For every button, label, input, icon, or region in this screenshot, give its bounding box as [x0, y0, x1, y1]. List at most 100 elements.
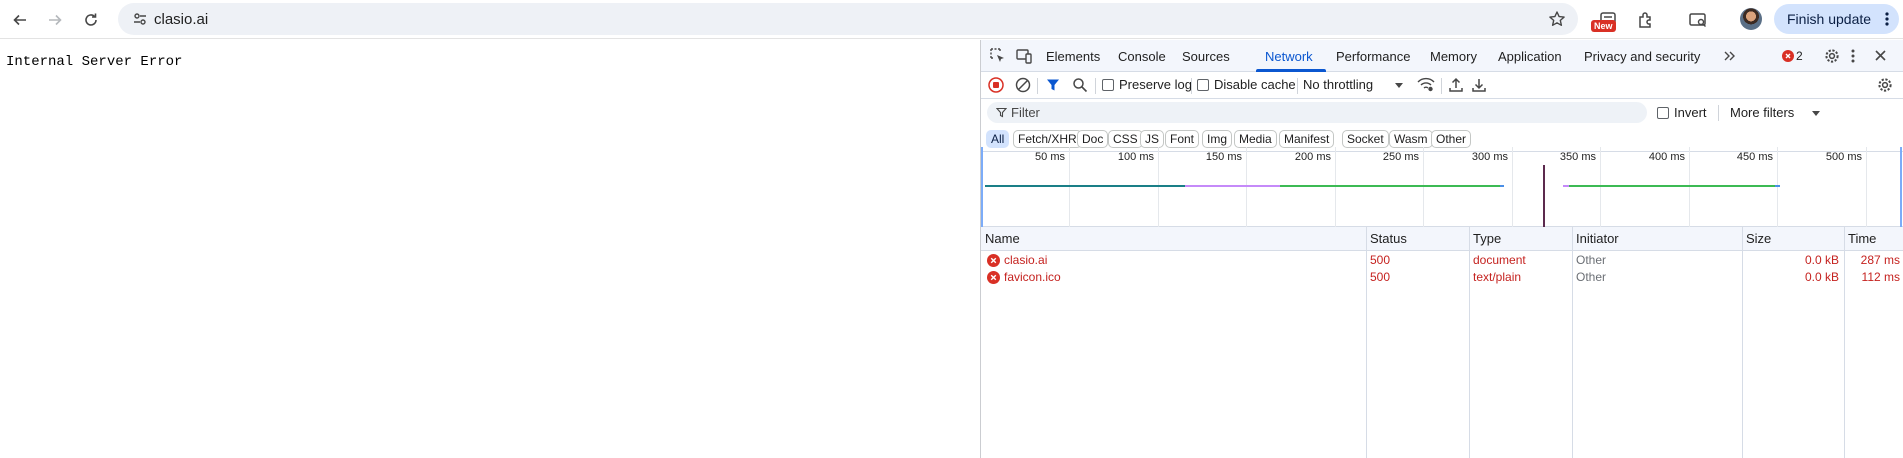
tab-application[interactable]: Application — [1498, 49, 1562, 64]
type-filter-manifest[interactable]: Manifest — [1279, 130, 1335, 148]
timeline-bar-waiting — [985, 185, 1185, 187]
close-devtools-icon[interactable] — [1874, 49, 1887, 62]
timeline-tick: 450 ms — [1736, 151, 1773, 163]
timeline-bar-download — [1280, 185, 1500, 187]
tab-privacy-security[interactable]: Privacy and security — [1584, 49, 1700, 64]
timeline-gridline — [1423, 147, 1424, 227]
toolbar-separator — [1037, 78, 1038, 94]
column-header-name[interactable]: Name — [981, 227, 1366, 251]
tab-memory[interactable]: Memory — [1430, 49, 1477, 64]
filter-funnel-icon[interactable] — [1045, 77, 1061, 93]
network-toolbar: Preserve log Disable cache No throttling — [981, 72, 1903, 99]
timeline-gridline — [1335, 147, 1336, 227]
column-header-size[interactable]: Size — [1742, 227, 1844, 251]
filter-placeholder: Filter — [1011, 105, 1040, 120]
table-row[interactable]: clasio.ai 500 document Other 0.0 kB 287 … — [981, 252, 1903, 269]
tab-elements[interactable]: Elements — [1046, 49, 1100, 64]
tab-sources[interactable]: Sources — [1182, 49, 1230, 64]
tab-network[interactable]: Network — [1265, 49, 1313, 64]
request-name: clasio.ai — [1004, 253, 1048, 267]
reload-button[interactable] — [77, 6, 105, 34]
error-message: Internal Server Error — [6, 54, 183, 70]
timeline-gridline — [1069, 147, 1070, 227]
dropdown-caret-icon — [1812, 111, 1820, 116]
error-counter[interactable]: 2 — [1782, 49, 1803, 63]
finish-update-button[interactable]: Finish update — [1774, 4, 1899, 34]
type-filter-socket[interactable]: Socket — [1342, 130, 1389, 148]
type-filter-wasm[interactable]: Wasm — [1389, 130, 1433, 148]
timeline-tick: 250 ms — [1382, 151, 1419, 163]
timeline-gridline — [1512, 147, 1513, 227]
type-filter-doc[interactable]: Doc — [1077, 130, 1109, 148]
toolbar-separator — [1441, 78, 1442, 94]
clear-log-icon[interactable] — [1015, 77, 1031, 93]
type-filter-all[interactable]: All — [986, 130, 1010, 148]
timeline-overview[interactable]: 50 ms 100 ms 150 ms 200 ms 250 ms 300 ms… — [981, 147, 1903, 227]
timeline-tick: 400 ms — [1648, 151, 1685, 163]
overview-left-handle[interactable] — [981, 147, 984, 227]
throttling-value: No throttling — [1303, 77, 1374, 92]
error-count-label: 2 — [1796, 49, 1803, 63]
search-icon[interactable] — [1072, 77, 1088, 93]
inspect-element-icon[interactable] — [989, 47, 1007, 65]
tab-search-icon[interactable] — [1686, 8, 1710, 32]
type-filter-img[interactable]: Img — [1202, 130, 1233, 148]
toolbar-separator — [1095, 78, 1096, 94]
type-filter-other[interactable]: Other — [1431, 130, 1472, 148]
site-settings-icon[interactable] — [132, 11, 148, 27]
network-settings-gear-icon[interactable] — [1877, 77, 1893, 93]
type-filter-fetch-xhr[interactable]: Fetch/XHR — [1013, 130, 1082, 148]
page-viewport: Internal Server Error — [0, 40, 980, 458]
request-type: text/plain — [1473, 270, 1522, 284]
customize-menu-dots-icon[interactable] — [1851, 48, 1855, 64]
type-filter-css[interactable]: CSS — [1108, 130, 1143, 148]
network-conditions-wifi-icon[interactable] — [1417, 77, 1435, 93]
arrow-right-icon — [49, 14, 62, 26]
profile-avatar[interactable] — [1740, 8, 1762, 30]
request-type: document — [1473, 253, 1526, 267]
timeline-load-marker — [1543, 165, 1545, 227]
column-header-status[interactable]: Status — [1366, 227, 1469, 251]
more-filters-label: More filters — [1730, 105, 1795, 120]
filter-funnel-small-icon — [996, 107, 1007, 118]
disable-cache-checkbox[interactable] — [1197, 79, 1209, 91]
export-har-download-icon[interactable] — [1471, 77, 1487, 93]
back-button[interactable] — [6, 6, 34, 34]
timeline-gridline — [1689, 147, 1690, 227]
timeline-tick: 150 ms — [1205, 151, 1242, 163]
forward-button[interactable] — [41, 6, 69, 34]
type-filter-font[interactable]: Font — [1165, 130, 1200, 148]
extensions-puzzle-icon[interactable] — [1634, 8, 1658, 32]
request-initiator: Other — [1576, 253, 1607, 267]
preserve-log-label: Preserve log — [1119, 77, 1192, 92]
request-size: 0.0 kB — [1804, 270, 1839, 284]
tab-performance[interactable]: Performance — [1336, 49, 1410, 64]
device-toolbar-icon[interactable] — [1015, 47, 1033, 65]
timeline-gridline — [1158, 147, 1159, 227]
browser-toolbar: clasio.ai New Finish update — [0, 0, 1903, 39]
column-header-time[interactable]: Time — [1844, 227, 1903, 251]
throttling-select[interactable]: No throttling — [1303, 72, 1403, 99]
table-row[interactable]: favicon.ico 500 text/plain Other 0.0 kB … — [981, 269, 1903, 286]
preserve-log-checkbox[interactable] — [1102, 79, 1114, 91]
invert-checkbox[interactable] — [1657, 107, 1669, 119]
settings-gear-icon[interactable] — [1824, 48, 1840, 64]
import-har-upload-icon[interactable] — [1448, 77, 1464, 93]
more-tabs-chevron-icon[interactable] — [1722, 49, 1736, 63]
devtools-tab-bar: Elements Console Sources Network Perform… — [981, 40, 1903, 72]
timeline-gridline — [1866, 147, 1867, 227]
more-filters-dropdown[interactable]: More filters — [1730, 99, 1820, 126]
column-header-type[interactable]: Type — [1469, 227, 1572, 251]
network-request-table: Name Status Type Initiator Size Time cla… — [981, 227, 1903, 458]
timeline-tick: 200 ms — [1294, 151, 1331, 163]
url-text: clasio.ai — [154, 11, 209, 28]
column-header-initiator[interactable]: Initiator — [1572, 227, 1742, 251]
type-filter-js[interactable]: JS — [1140, 130, 1165, 148]
overview-right-handle[interactable] — [1899, 147, 1902, 227]
address-bar[interactable]: clasio.ai — [118, 3, 1578, 35]
stop-recording-icon[interactable] — [988, 77, 1004, 93]
filter-input[interactable]: Filter — [987, 102, 1647, 123]
bookmark-star-icon[interactable] — [1548, 10, 1566, 28]
type-filter-media[interactable]: Media — [1234, 130, 1277, 148]
tab-console[interactable]: Console — [1118, 49, 1166, 64]
